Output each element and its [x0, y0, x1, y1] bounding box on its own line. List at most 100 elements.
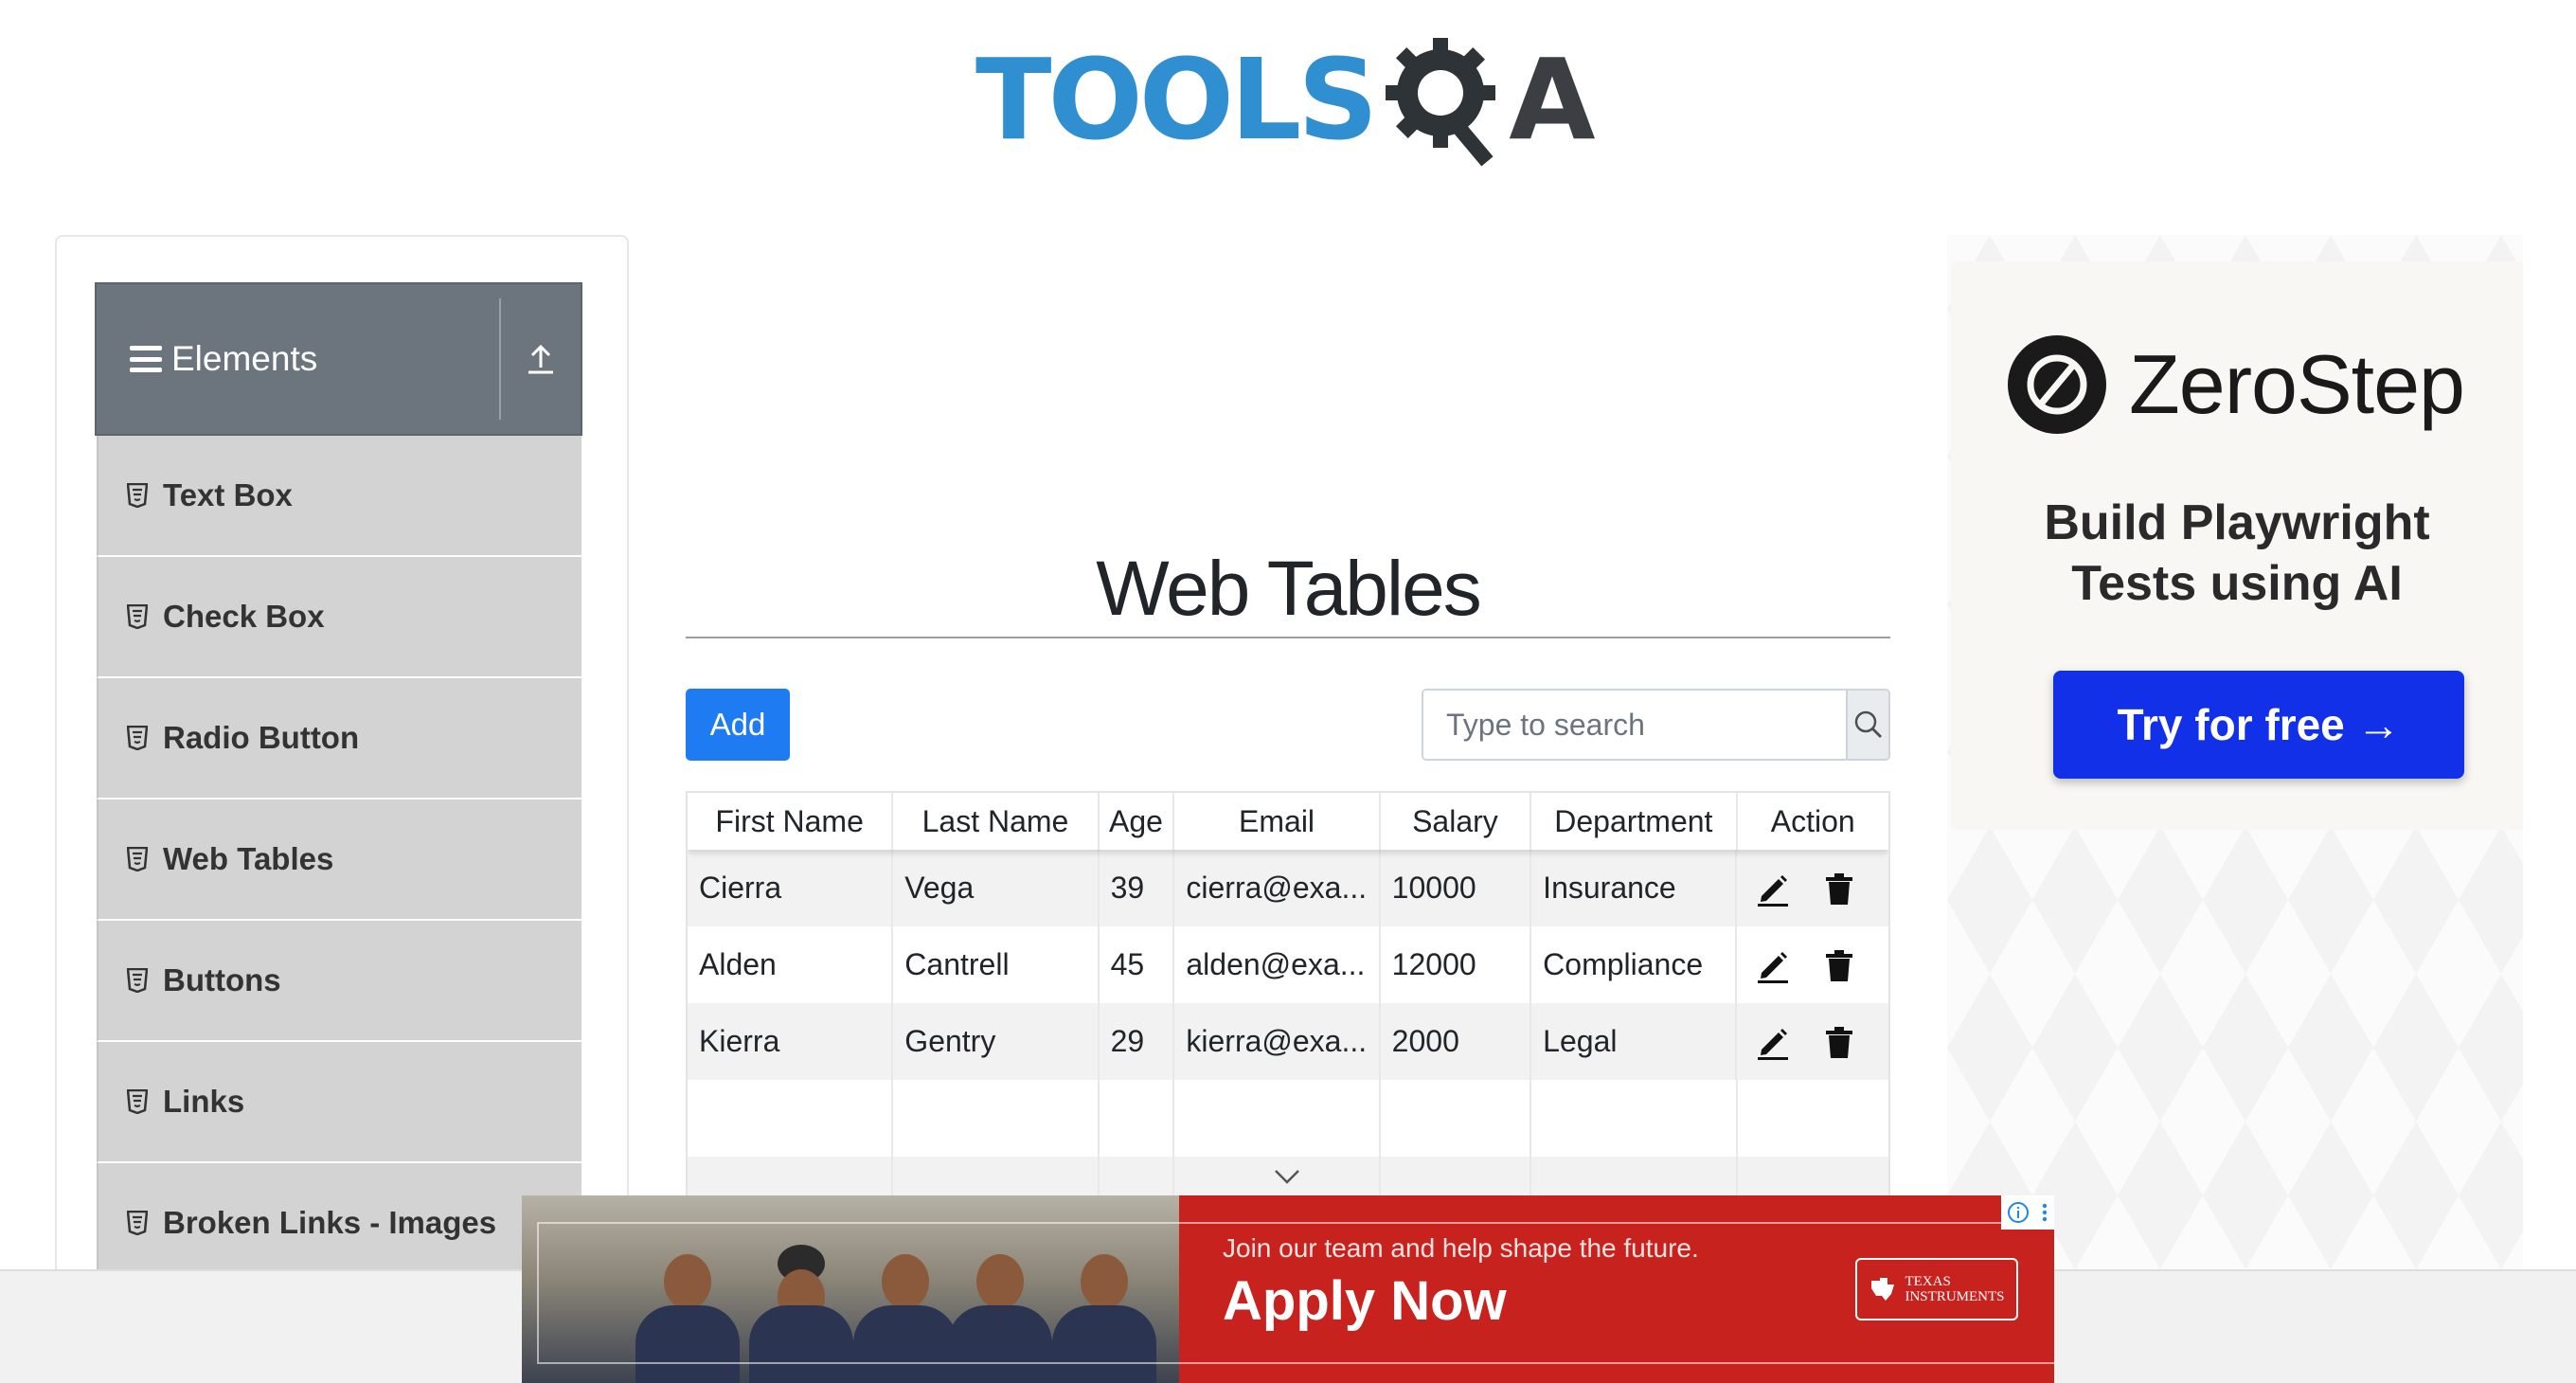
html5-shield-icon	[127, 847, 148, 871]
cell-department: Compliance	[1531, 926, 1738, 1003]
html5-shield-icon	[127, 1211, 148, 1235]
cell-age: 39	[1100, 850, 1175, 926]
table-header: First Name Last Name Age Email Salary De…	[688, 793, 1888, 850]
sidebar-item-label: Buttons	[163, 962, 281, 997]
search-icon[interactable]	[1846, 691, 1888, 759]
cell-email: kierra@exa...	[1174, 1003, 1381, 1080]
texas-instruments-icon	[1871, 1278, 1895, 1301]
empty-cell	[1738, 1157, 1888, 1196]
sponsor-name: Texas Instruments	[1905, 1274, 2004, 1304]
group-title: Elements	[171, 339, 318, 378]
cell-action	[1737, 926, 1888, 1003]
empty-cell	[688, 1157, 894, 1196]
empty-cell	[688, 1080, 894, 1157]
table-row-empty	[688, 1080, 1888, 1157]
info-icon[interactable]	[2007, 1201, 2030, 1224]
column-header-email[interactable]: Email	[1174, 793, 1381, 850]
cell-last-name: Vega	[893, 850, 1100, 926]
zerostep-brand: ZeroStep	[2129, 337, 2465, 431]
cell-last-name: Gentry	[893, 1003, 1100, 1080]
cell-department: Legal	[1531, 1003, 1738, 1080]
cell-email: cierra@exa...	[1174, 850, 1381, 926]
trash-icon[interactable]	[1820, 946, 1858, 984]
column-header-last-name[interactable]: Last Name	[893, 793, 1100, 850]
web-table: First Name Last Name Age Email Salary De…	[686, 791, 1890, 1198]
chevron-down-icon[interactable]	[1273, 1167, 1301, 1186]
cell-last-name: Cantrell	[893, 926, 1100, 1003]
title-divider	[686, 637, 1890, 638]
pencil-icon[interactable]	[1754, 946, 1792, 984]
cell-first-name: Cierra	[688, 850, 894, 926]
logo-text-tools: TOOLS	[975, 34, 1378, 165]
sidebar-item-label: Check Box	[163, 599, 325, 634]
toolsqa-logo[interactable]: TOOLS A	[975, 24, 1601, 175]
texas-instruments-logo: Texas Instruments	[1855, 1258, 2018, 1320]
photo-person	[853, 1241, 957, 1383]
banner-subtitle: Join our team and help shape the future.	[1223, 1233, 1699, 1263]
ad-choices[interactable]	[2001, 1195, 2054, 1230]
empty-cell	[1100, 1157, 1175, 1196]
column-header-department[interactable]: Department	[1531, 793, 1738, 850]
sidebar-item-links[interactable]: Links	[97, 1042, 581, 1163]
table-row: Alden Cantrell 45 alden@exa... 12000 Com…	[688, 926, 1888, 1003]
cell-email: alden@exa...	[1174, 926, 1381, 1003]
empty-cell	[1531, 1080, 1738, 1157]
pencil-icon[interactable]	[1754, 870, 1792, 907]
empty-cell	[1100, 1080, 1175, 1157]
column-header-action[interactable]: Action	[1738, 793, 1888, 850]
search-input[interactable]	[1423, 691, 1846, 759]
empty-cell	[1381, 1080, 1532, 1157]
zerostep-logo[interactable]: ZeroStep	[2006, 333, 2465, 436]
banner-ad[interactable]: Join our team and help shape the future.…	[522, 1195, 2054, 1383]
photo-person	[1052, 1241, 1156, 1383]
html5-shield-icon	[127, 968, 148, 993]
sidebar-item-label: Links	[163, 1084, 245, 1119]
logo-text-a: A	[1509, 34, 1596, 165]
elements-menu: Text Box Check Box Radio Button Web Tabl…	[97, 436, 581, 1284]
column-header-first-name[interactable]: First Name	[688, 793, 894, 850]
cell-age: 29	[1100, 1003, 1175, 1080]
apply-now-link[interactable]: Apply Now	[1223, 1269, 1507, 1333]
sidebar-item-web-tables[interactable]: Web Tables	[97, 799, 581, 921]
column-header-salary[interactable]: Salary	[1381, 793, 1532, 850]
gear-magnifier-icon	[1386, 38, 1496, 167]
photo-person	[948, 1241, 1052, 1383]
sidebar-item-label: Text Box	[163, 477, 293, 512]
search-box	[1422, 689, 1890, 761]
sidebar-item-radio-button[interactable]: Radio Button	[97, 678, 581, 799]
sidebar-item-check-box[interactable]: Check Box	[97, 557, 581, 678]
tagline-line-2: Tests using AI	[2071, 556, 2403, 611]
empty-cell	[893, 1157, 1100, 1196]
cell-action	[1737, 1003, 1888, 1080]
html5-shield-icon	[127, 483, 148, 508]
zerostep-logo-icon	[2008, 335, 2106, 434]
cell-salary: 2000	[1381, 1003, 1532, 1080]
trash-icon[interactable]	[1820, 870, 1858, 907]
html5-shield-icon	[127, 604, 148, 629]
cell-age: 45	[1100, 926, 1175, 1003]
photo-person	[635, 1241, 740, 1383]
banner-team-photo	[522, 1195, 1179, 1383]
collapse-up-icon[interactable]	[501, 284, 581, 434]
trash-icon[interactable]	[1820, 1023, 1858, 1061]
cell-first-name: Kierra	[688, 1003, 894, 1080]
html5-shield-icon	[127, 726, 148, 750]
page-title: Web Tables	[1096, 545, 1481, 632]
try-for-free-button[interactable]: Try for free →	[2053, 671, 2464, 779]
sidebar-item-buttons[interactable]: Buttons	[97, 921, 581, 1042]
cell-first-name: Alden	[688, 926, 894, 1003]
elements-group-header[interactable]: Elements	[95, 282, 582, 436]
cell-department: Insurance	[1531, 850, 1738, 926]
column-header-age[interactable]: Age	[1100, 793, 1175, 850]
sponsor-line-1: Texas	[1905, 1274, 1951, 1289]
sidebar-item-text-box[interactable]: Text Box	[97, 436, 581, 557]
pencil-icon[interactable]	[1754, 1023, 1792, 1061]
zerostep-tagline: Build Playwright Tests using AI	[1951, 493, 2523, 614]
empty-cell	[1531, 1157, 1738, 1196]
add-button[interactable]: Add	[686, 689, 790, 761]
table-row: Kierra Gentry 29 kierra@exa... 2000 Lega…	[688, 1003, 1888, 1080]
cell-action	[1737, 850, 1888, 926]
sidebar-item-broken-links-images[interactable]: Broken Links - Images	[97, 1163, 581, 1284]
more-vertical-icon[interactable]	[2041, 1201, 2048, 1224]
sidebar-item-label: Radio Button	[163, 720, 360, 755]
